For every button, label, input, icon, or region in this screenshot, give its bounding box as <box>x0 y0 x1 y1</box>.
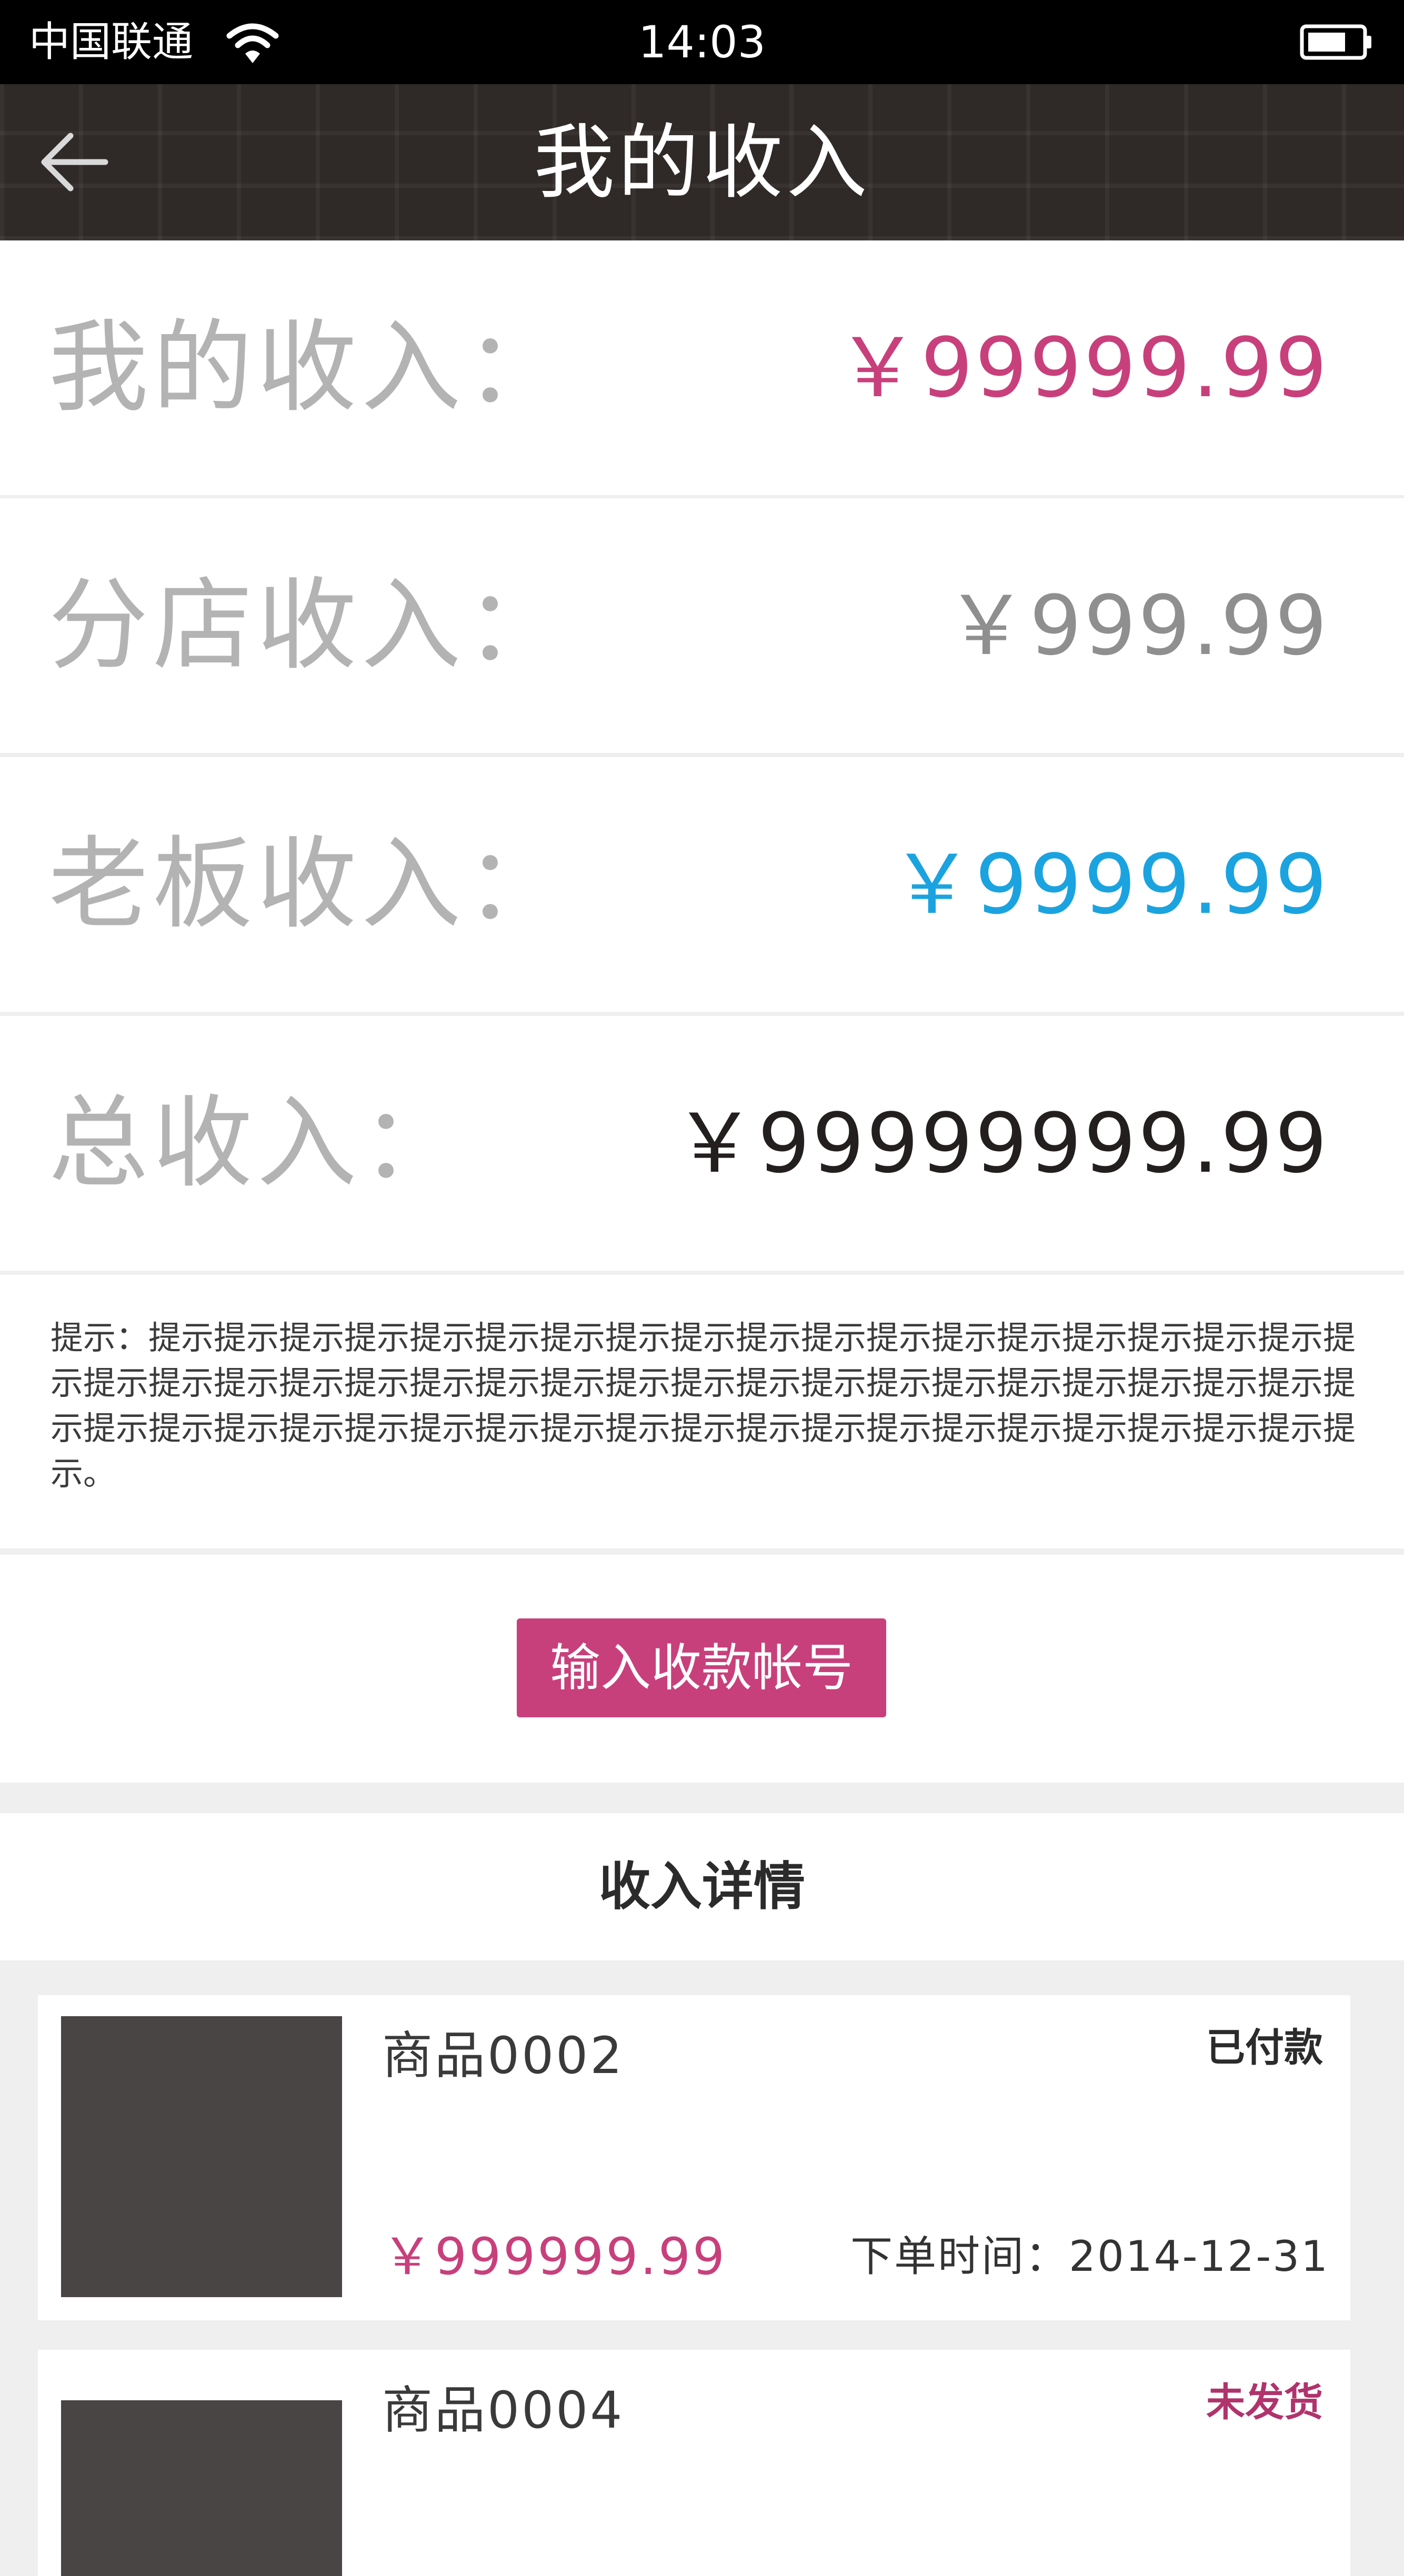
product-name: 商品0004 <box>382 2381 625 2440</box>
income-label: 我的收入： <box>48 309 570 426</box>
order-item[interactable]: 商品0002 已付款 ￥999999.99 下单时间：2014-12-31 <box>38 1995 1350 2320</box>
income-row-total: 总收入： ￥99999999.99 <box>0 1016 1404 1271</box>
order-time: 下单时间：2014-12-31 <box>850 2232 1329 2281</box>
income-row-boss: 老板收入： ￥9999.99 <box>0 757 1404 1012</box>
status-time: 14:03 <box>638 16 766 68</box>
income-label: 总收入： <box>48 1085 466 1201</box>
page-title: 我的收入 <box>533 116 870 210</box>
income-value: ￥999.99 <box>945 578 1329 673</box>
battery-icon <box>1300 24 1371 60</box>
nav-bar: 我的收入 <box>0 84 1404 240</box>
tip-text: 提示：提示提示提示提示提示提示提示提示提示提示提示提示提示提示提示提示提示提示提… <box>51 1319 1356 1493</box>
income-row-mine: 我的收入： ￥99999.99 <box>0 240 1404 495</box>
income-details-title: 收入详情 <box>0 1813 1404 1960</box>
product-thumbnail <box>61 2400 342 2576</box>
income-label: 分店收入： <box>48 567 570 683</box>
income-row-branch: 分店收入： ￥999.99 <box>0 498 1404 753</box>
income-label: 老板收入： <box>48 826 570 942</box>
status-bar: 中国联通 14:03 <box>0 0 1404 84</box>
enter-account-button[interactable]: 输入收款帐号 <box>517 1618 886 1717</box>
income-value: ￥99999999.99 <box>673 1095 1329 1191</box>
income-value: ￥9999.99 <box>890 837 1329 932</box>
income-value: ￥99999.99 <box>836 320 1329 416</box>
order-item[interactable]: 商品0004 未发货 <box>38 2350 1350 2576</box>
product-name: 商品0002 <box>382 2026 625 2085</box>
product-price: ￥999999.99 <box>382 2227 727 2286</box>
order-status: 已付款 <box>1206 2025 1323 2070</box>
order-status: 未发货 <box>1206 2380 1323 2425</box>
product-thumbnail <box>61 2016 342 2297</box>
